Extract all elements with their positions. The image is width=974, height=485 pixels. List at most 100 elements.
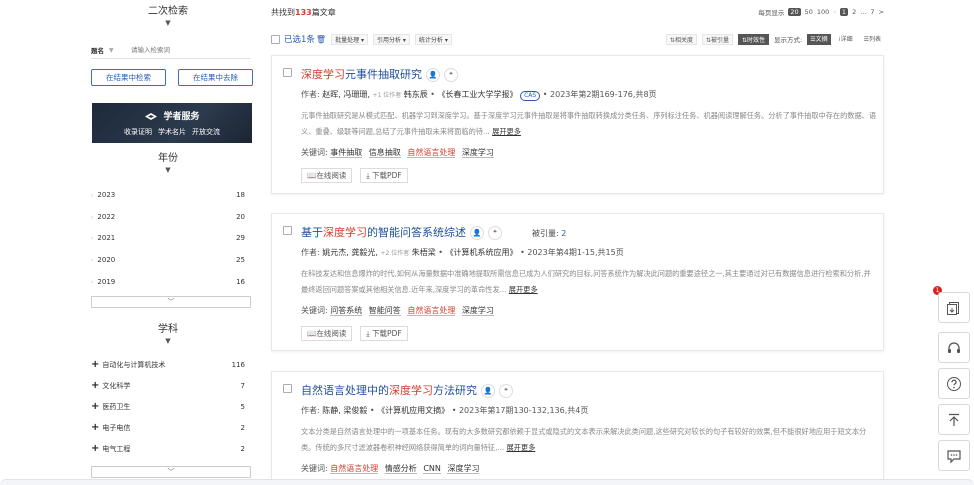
view-detail[interactable]: ⁞详细: [836, 34, 856, 45]
year-item[interactable]: › 2020 25: [91, 249, 245, 271]
page-number[interactable]: 2: [852, 8, 856, 16]
next-page-button[interactable]: >: [879, 8, 884, 16]
keyword-link[interactable]: 自然语言处理: [407, 306, 456, 316]
citation-dropdown[interactable]: 引用分析 ▾: [373, 33, 410, 45]
author-icon[interactable]: 👤: [470, 226, 484, 240]
result-checkbox[interactable]: [283, 68, 292, 77]
search-input[interactable]: [131, 46, 243, 54]
keyword-link[interactable]: 深度学习: [461, 148, 494, 158]
page-number[interactable]: 7: [870, 8, 874, 16]
subject-item[interactable]: + 电子电信 2: [91, 417, 245, 438]
quote-icon[interactable]: ❝: [444, 68, 458, 82]
download-pdf-button[interactable]: ⤓ 下载PDF: [360, 326, 408, 341]
subject-item[interactable]: + 医药卫生 5: [91, 396, 245, 417]
back-to-top-button[interactable]: [938, 404, 970, 435]
sort-citations[interactable]: ⇅被引量: [701, 33, 733, 45]
keyword-link[interactable]: 事件抽取: [330, 148, 363, 158]
author-links[interactable]: 赵晖, 冯珊珊,: [322, 90, 370, 99]
keyword-link[interactable]: 深度学习: [447, 464, 480, 474]
keyword-link[interactable]: 问答系统: [330, 306, 363, 316]
view-abstract[interactable]: ☰文摘: [807, 33, 831, 45]
page-size-option[interactable]: 20: [788, 8, 801, 16]
exclude-button[interactable]: 在结果中去除: [178, 69, 253, 86]
results-topbar: 共找到133篇文章 每页显示 20 50 100 ‹ 1 2 ... 7 >: [271, 5, 884, 19]
view-list[interactable]: ☰列表: [861, 34, 884, 45]
plus-icon[interactable]: +: [91, 422, 99, 433]
page-size-option[interactable]: 100: [817, 8, 829, 16]
secondary-search-section: 二次检索 ▼: [82, 5, 254, 28]
collapse-arrow-icon[interactable]: ▼: [82, 166, 254, 175]
year-more-button[interactable]: ﹀: [91, 296, 251, 308]
read-online-button[interactable]: 📖在线阅读: [301, 168, 353, 183]
chevron-down-icon[interactable]: ▼: [109, 47, 131, 54]
stats-dropdown[interactable]: 统计分析 ▾: [414, 33, 452, 45]
journal-link[interactable]: 《计算机应用文摘》: [377, 406, 449, 415]
author-icon[interactable]: 👤: [426, 68, 440, 82]
plus-icon[interactable]: +: [91, 380, 99, 391]
journal-link[interactable]: 《计算机系统应用》: [446, 248, 518, 257]
plus-icon[interactable]: +: [91, 443, 99, 454]
year-item[interactable]: › 2023 18: [91, 184, 245, 206]
result-title[interactable]: 自然语言处理中的深度学习方法研究 👤 ❝: [301, 382, 513, 398]
subject-item[interactable]: + 自动化与计算机技术 116: [91, 354, 245, 375]
trash-icon[interactable]: 🗑: [316, 35, 326, 44]
field-select[interactable]: 题名: [91, 45, 109, 55]
journal-link[interactable]: 《长春工业大学学报》: [438, 90, 518, 99]
banner-item[interactable]: 开放交流: [192, 127, 220, 137]
more-authors[interactable]: +2 位作者: [380, 250, 409, 257]
year-item[interactable]: › 2019 16: [91, 271, 245, 293]
keyword-link[interactable]: 智能问答: [368, 306, 401, 316]
author-links[interactable]: 姚元杰, 龚毅光,: [322, 248, 378, 257]
subject-item[interactable]: + 电气工程 2: [91, 438, 245, 459]
expand-more-link[interactable]: 展开更多: [509, 285, 538, 294]
selected-count[interactable]: 已选1条: [284, 33, 315, 45]
sort-relevance[interactable]: ⇅相关度: [665, 33, 697, 45]
year-item[interactable]: › 2022 20: [91, 206, 245, 228]
quote-icon[interactable]: ❝: [488, 226, 502, 240]
expand-more-link[interactable]: 展开更多: [492, 127, 521, 136]
banner-item[interactable]: 学术名片: [158, 127, 186, 137]
author-icon[interactable]: 👤: [481, 384, 495, 398]
year-item[interactable]: › 2021 29: [91, 227, 245, 249]
cited-value[interactable]: 2: [561, 229, 566, 238]
result-title[interactable]: 深度学习元事件抽取研究 👤 ❝: [301, 66, 458, 82]
search-within-button[interactable]: 在结果中检索: [91, 69, 166, 86]
keyword-link[interactable]: 自然语言处理: [407, 148, 456, 158]
collapse-arrow-icon[interactable]: ▼: [82, 19, 254, 28]
scholar-service-banner[interactable]: 学者服务 收录证明 学术名片 开放交流: [92, 103, 252, 143]
feedback-button[interactable]: [938, 440, 970, 471]
batch-dropdown[interactable]: 批量处理 ▾: [331, 33, 368, 45]
author-links[interactable]: 陈静, 梁俊毅: [322, 406, 367, 415]
collect-button[interactable]: [938, 292, 970, 323]
keyword-link[interactable]: CNN: [423, 464, 441, 474]
page-number[interactable]: 1: [839, 8, 849, 16]
keyword-link[interactable]: 自然语言处理: [330, 464, 379, 474]
result-checkbox[interactable]: [283, 226, 292, 235]
collapse-arrow-icon[interactable]: ▼: [82, 337, 254, 346]
plus-icon[interactable]: +: [91, 359, 99, 370]
author-link[interactable]: 朱梧梁: [412, 248, 436, 257]
keyword-link[interactable]: 信息抽取: [368, 148, 401, 158]
sort-recency[interactable]: ⇅时效性: [738, 33, 770, 45]
plus-icon[interactable]: +: [91, 401, 99, 412]
subject-more-button[interactable]: ﹀: [91, 466, 251, 478]
more-authors[interactable]: +1 位作者: [372, 92, 401, 99]
author-link[interactable]: 韩东辰: [404, 90, 428, 99]
keyword-link[interactable]: 情感分析: [384, 464, 417, 474]
search-field-row: 题名 ▼: [91, 42, 251, 59]
chevron-left-icon[interactable]: ‹: [833, 8, 836, 16]
customer-service-button[interactable]: [938, 332, 970, 363]
select-all-checkbox[interactable]: [271, 34, 280, 44]
result-checkbox[interactable]: [283, 384, 292, 393]
read-online-button[interactable]: 📖在线阅读: [301, 326, 353, 341]
banner-item[interactable]: 收录证明: [124, 127, 152, 137]
quote-icon[interactable]: ❝: [499, 384, 513, 398]
help-button[interactable]: [938, 368, 970, 399]
expand-more-link[interactable]: 展开更多: [507, 443, 536, 452]
download-pdf-button[interactable]: ⤓ 下载PDF: [360, 168, 408, 183]
keyword-link[interactable]: 深度学习: [461, 306, 494, 316]
subject-item[interactable]: + 文化科学 7: [91, 375, 245, 396]
page-size-option[interactable]: 50: [805, 8, 813, 16]
result-title[interactable]: 基于深度学习的智能问答系统综述 👤 ❝ 被引量: 2: [301, 224, 566, 240]
book-icon: 📖: [307, 171, 317, 180]
